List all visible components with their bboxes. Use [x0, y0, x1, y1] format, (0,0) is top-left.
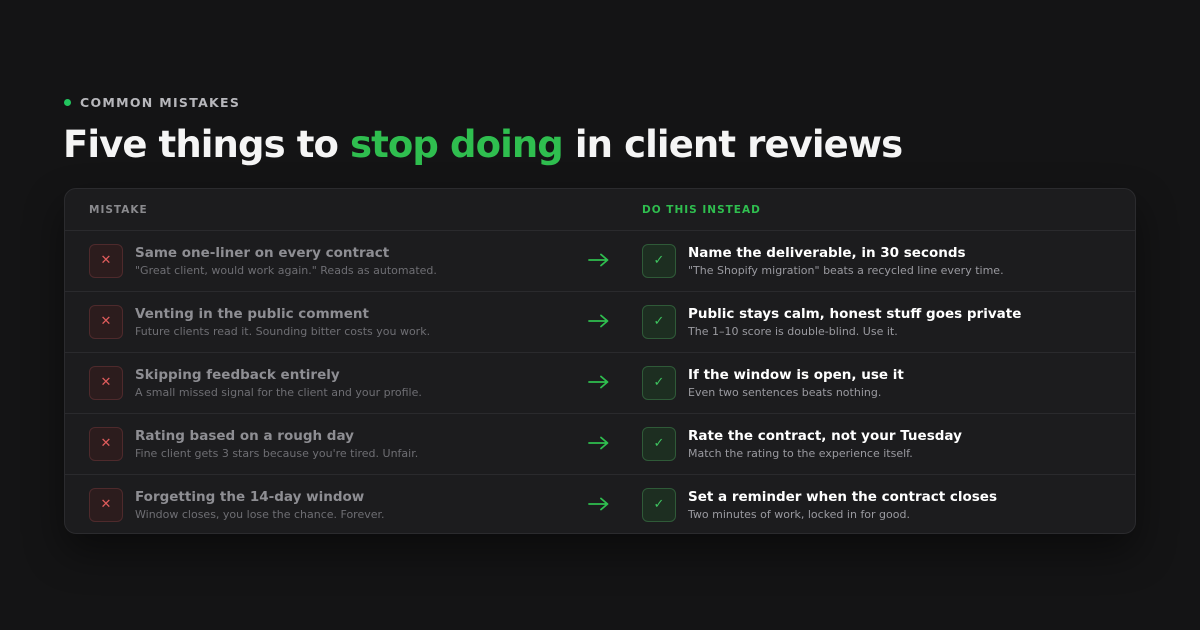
instead-cell: Name the deliverable, in 30 seconds "The… — [688, 244, 1004, 278]
dot-icon — [64, 99, 71, 106]
instead-description: Even two sentences beats nothing. — [688, 386, 882, 399]
table-row: ✕ Same one-liner on every contract "Grea… — [65, 231, 1135, 292]
mistake-title: Rating based on a rough day — [135, 428, 354, 444]
x-icon: ✕ — [89, 427, 123, 461]
page: COMMON MISTAKES Five things to stop doin… — [0, 0, 1200, 630]
mistake-title: Forgetting the 14-day window — [135, 489, 365, 505]
table-row: ✕ Venting in the public comment Future c… — [65, 292, 1135, 353]
instead-title: Rate the contract, not your Tuesday — [688, 428, 962, 444]
eyebrow: COMMON MISTAKES — [64, 95, 240, 110]
arrow-right-icon — [588, 253, 609, 267]
mistake-description: A small missed signal for the client and… — [135, 386, 422, 399]
arrow-right-icon — [588, 375, 609, 389]
table-row: ✕ Rating based on a rough day Fine clien… — [65, 414, 1135, 475]
eyebrow-label: COMMON MISTAKES — [80, 95, 241, 110]
table-row: ✕ Forgetting the 14-day window Window cl… — [65, 475, 1135, 533]
mistake-cell: Forgetting the 14-day window Window clos… — [135, 488, 385, 522]
column-header-instead: DO THIS INSTEAD — [642, 204, 761, 216]
instead-cell: Set a reminder when the contract closes … — [688, 488, 997, 522]
mistake-cell: Venting in the public comment Future cli… — [135, 305, 430, 339]
arrow-right-icon — [588, 314, 609, 328]
headline-accent: stop doing — [349, 123, 564, 166]
instead-description: The 1–10 score is double-blind. Use it. — [688, 325, 898, 338]
instead-description: Match the rating to the experience itsel… — [688, 447, 913, 460]
x-icon: ✕ — [89, 305, 123, 339]
table-header: MISTAKE DO THIS INSTEAD — [65, 189, 1135, 231]
checkmark-icon: ✓ — [642, 305, 676, 339]
checkmark-icon: ✓ — [642, 366, 676, 400]
mistake-cell: Skipping feedback entirely A small misse… — [135, 366, 422, 400]
x-icon: ✕ — [89, 488, 123, 522]
checkmark-icon: ✓ — [642, 244, 676, 278]
column-header-mistake: MISTAKE — [89, 204, 148, 216]
headline-before: Five things to — [63, 123, 350, 166]
mistake-title: Venting in the public comment — [135, 306, 369, 322]
instead-description: Two minutes of work, locked in for good. — [688, 508, 910, 521]
x-icon: ✕ — [89, 244, 123, 278]
instead-title: Public stays calm, honest stuff goes pri… — [688, 306, 1022, 322]
arrow-right-icon — [588, 436, 609, 450]
comparison-table: MISTAKE DO THIS INSTEAD ✕ Same one-liner… — [64, 188, 1136, 534]
checkmark-icon: ✓ — [642, 488, 676, 522]
mistake-title: Skipping feedback entirely — [135, 367, 340, 383]
mistake-description: Fine client gets 3 stars because you're … — [135, 447, 419, 460]
instead-cell: If the window is open, use it Even two s… — [688, 366, 904, 400]
mistake-description: Future clients read it. Sounding bitter … — [135, 325, 431, 338]
headline-after: in client reviews — [562, 123, 903, 166]
instead-cell: Public stays calm, honest stuff goes pri… — [688, 305, 1021, 339]
mistake-description: "Great client, would work again." Reads … — [135, 264, 437, 277]
arrow-right-icon — [588, 497, 609, 511]
instead-cell: Rate the contract, not your Tuesday Matc… — [688, 427, 962, 461]
instead-title: If the window is open, use it — [688, 367, 904, 383]
instead-title: Name the deliverable, in 30 seconds — [688, 245, 966, 261]
page-title: Five things to stop doing in client revi… — [63, 119, 903, 171]
x-icon: ✕ — [89, 366, 123, 400]
mistake-cell: Rating based on a rough day Fine client … — [135, 427, 418, 461]
mistake-cell: Same one-liner on every contract "Great … — [135, 244, 437, 278]
instead-title: Set a reminder when the contract closes — [688, 489, 998, 505]
checkmark-icon: ✓ — [642, 427, 676, 461]
instead-description: "The Shopify migration" beats a recycled… — [688, 264, 1004, 277]
table-row: ✕ Skipping feedback entirely A small mis… — [65, 353, 1135, 414]
mistake-description: Window closes, you lose the chance. Fore… — [135, 508, 385, 521]
mistake-title: Same one-liner on every contract — [135, 245, 390, 261]
